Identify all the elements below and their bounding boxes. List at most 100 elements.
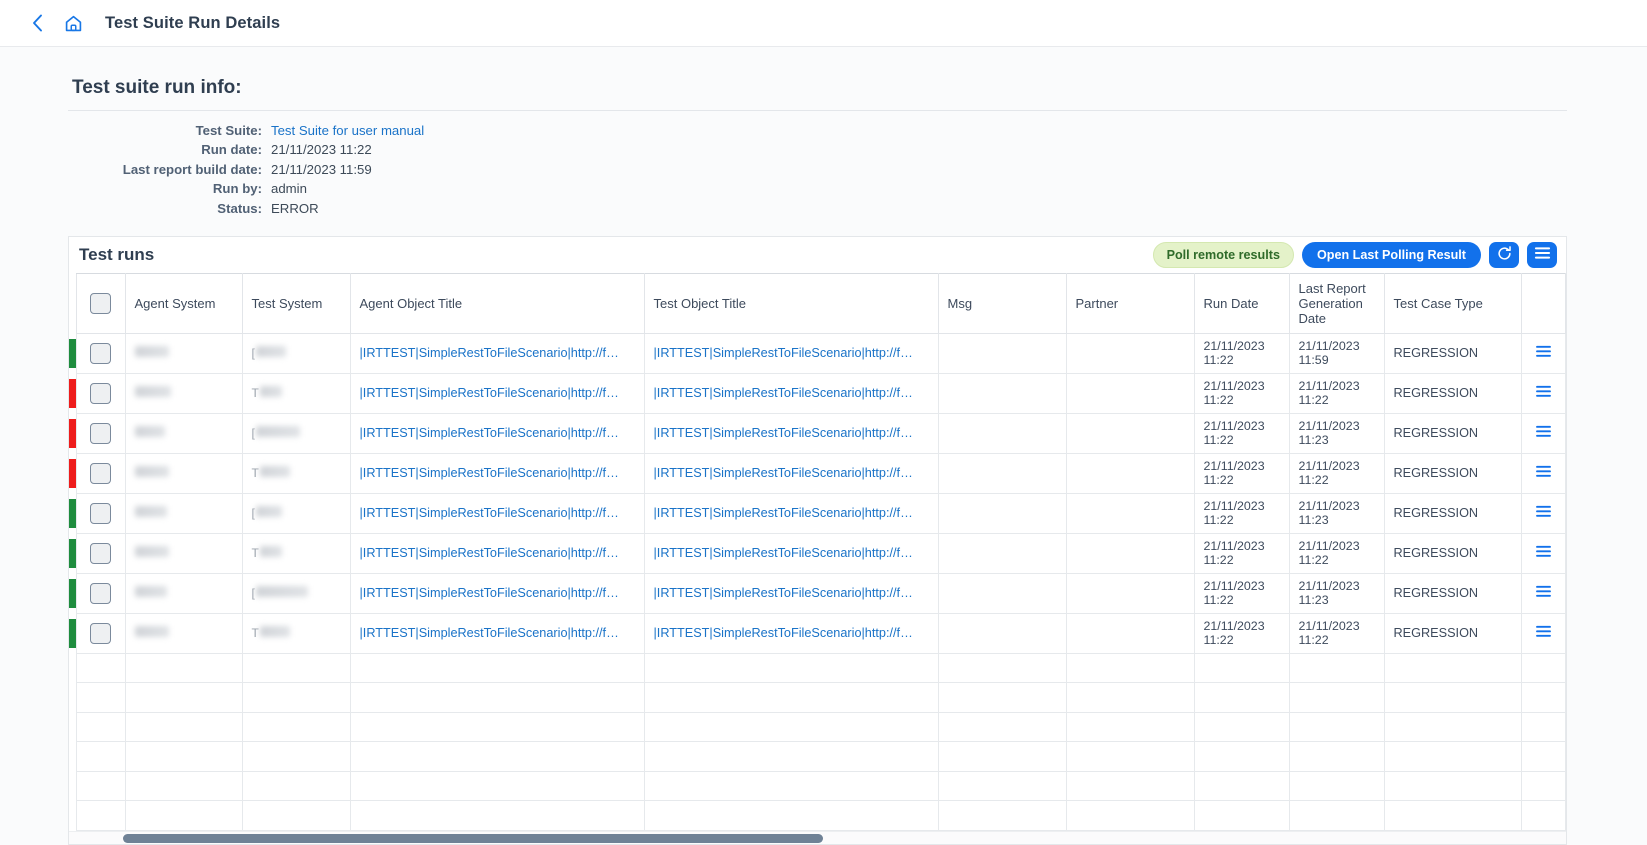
row-status-stripe	[69, 373, 76, 414]
cell-test-case-type: REGRESSION	[1383, 532, 1522, 574]
cell-msg	[937, 532, 1067, 574]
cell-partner	[1065, 492, 1195, 534]
info-label: Run by:	[212, 181, 262, 197]
table-row-empty	[69, 652, 1566, 684]
row-checkbox[interactable]	[90, 502, 111, 524]
redacted-prefix: T	[251, 466, 259, 481]
empty-cell	[241, 711, 351, 743]
agent-object-title-link[interactable]: |IRTTEST|SimpleRestToFileScenario|http:/…	[360, 386, 635, 400]
row-select-cell	[75, 452, 126, 494]
redacted-value	[259, 466, 290, 478]
content-card: Test suite run info: Test Suite: Test Su…	[0, 47, 1647, 845]
header-agent-object-title[interactable]: Agent Object Title	[349, 272, 645, 334]
row-checkbox[interactable]	[90, 582, 111, 604]
open-last-polling-result-button[interactable]: Open Last Polling Result	[1301, 241, 1481, 268]
row-checkbox[interactable]	[90, 342, 111, 364]
table-row[interactable]: T |IRTTEST|SimpleRestToFileScenario|http:…	[69, 612, 1566, 654]
row-menu-button[interactable]	[1531, 585, 1556, 601]
empty-cell	[124, 741, 243, 772]
table-row[interactable]: [|IRTTEST|SimpleRestToFileScenario|http:…	[69, 332, 1566, 374]
row-checkbox[interactable]	[90, 542, 111, 564]
test-suite-link[interactable]: Test Suite for user manual	[271, 123, 424, 138]
empty-cell	[241, 652, 351, 684]
row-menu-button[interactable]	[1531, 385, 1556, 401]
header-partner[interactable]: Partner	[1065, 272, 1195, 334]
table-header-row: Agent System Test System Agent Object Ti…	[69, 272, 1566, 334]
agent-object-title-link[interactable]: |IRTTEST|SimpleRestToFileScenario|http:/…	[360, 506, 635, 520]
header-run-date[interactable]: Run Date	[1193, 272, 1290, 334]
test-object-title-link[interactable]: |IRTTEST|SimpleRestToFileScenario|http:/…	[654, 466, 929, 480]
cell-last-report-generation-date: 21/11/2023 11:22	[1288, 612, 1385, 654]
redacted-value	[255, 506, 282, 518]
agent-object-title-link[interactable]: |IRTTEST|SimpleRestToFileScenario|http:/…	[360, 586, 635, 600]
cell-last-report-generation-date: 21/11/2023 11:59	[1288, 332, 1385, 374]
redacted-value	[259, 626, 290, 638]
test-object-title-link[interactable]: |IRTTEST|SimpleRestToFileScenario|http:/…	[654, 586, 929, 600]
row-menu-button[interactable]	[1531, 345, 1556, 361]
poll-remote-results-button[interactable]: Poll remote results	[1152, 241, 1294, 268]
home-icon[interactable]	[64, 14, 83, 33]
row-menu-button[interactable]	[1531, 465, 1556, 481]
cell-row-actions	[1520, 332, 1566, 374]
back-chevron-icon[interactable]	[24, 10, 50, 36]
table-row[interactable]: [ |IRTTEST|SimpleRestToFileScenario|http:…	[69, 572, 1566, 614]
redacted-value	[255, 426, 300, 438]
agent-object-title-link[interactable]: |IRTTEST|SimpleRestToFileScenario|http:/…	[360, 426, 635, 440]
horizontal-scrollbar[interactable]	[69, 830, 1566, 844]
test-object-title-link[interactable]: |IRTTEST|SimpleRestToFileScenario|http:/…	[654, 506, 929, 520]
test-object-title-link[interactable]: |IRTTEST|SimpleRestToFileScenario|http:/…	[654, 426, 929, 440]
cell-last-report-generation-date: 21/11/2023 11:23	[1288, 572, 1385, 614]
cell-row-actions	[1520, 572, 1566, 614]
table-row[interactable]: [|IRTTEST|SimpleRestToFileScenario|http:…	[69, 412, 1566, 454]
table-row[interactable]: T |IRTTEST|SimpleRestToFileScenario|http:…	[69, 372, 1566, 414]
row-status-stripe	[69, 333, 76, 374]
cell-run-date: 21/11/2023 11:22	[1193, 492, 1290, 534]
cell-last-report-generation-date: 21/11/2023 11:22	[1288, 452, 1385, 494]
header-agent-system[interactable]: Agent System	[124, 272, 243, 334]
row-checkbox[interactable]	[90, 422, 111, 444]
header-test-object-title[interactable]: Test Object Title	[643, 272, 939, 334]
test-object-title-link[interactable]: |IRTTEST|SimpleRestToFileScenario|http:/…	[654, 626, 929, 640]
test-runs-panel: Test runs Poll remote results Open Last …	[68, 235, 1567, 845]
row-checkbox[interactable]	[90, 462, 111, 484]
row-menu-button[interactable]	[1531, 505, 1556, 521]
cell-agent-system	[124, 572, 243, 614]
redacted-prefix: [	[251, 586, 255, 601]
status-stripe-header	[69, 273, 76, 334]
empty-cell	[349, 652, 645, 684]
empty-cell	[241, 741, 351, 772]
row-checkbox[interactable]	[90, 382, 111, 404]
row-status-stripe	[69, 533, 76, 574]
run-info-list: Test Suite: Test Suite for user manual R…	[106, 123, 1567, 220]
row-checkbox[interactable]	[90, 622, 111, 644]
cell-agent-object-title: |IRTTEST|SimpleRestToFileScenario|http:/…	[349, 412, 645, 454]
header-last-report-generation-date[interactable]: Last Report Generation Date	[1288, 272, 1385, 334]
select-all-checkbox[interactable]	[90, 292, 111, 314]
table-menu-button[interactable]	[1527, 241, 1557, 268]
agent-object-title-link[interactable]: |IRTTEST|SimpleRestToFileScenario|http:/…	[360, 346, 635, 360]
row-select-cell	[75, 492, 126, 534]
table-row[interactable]: T |IRTTEST|SimpleRestToFileScenario|http:…	[69, 532, 1566, 574]
header-test-system[interactable]: Test System	[241, 272, 351, 334]
table-row[interactable]: T |IRTTEST|SimpleRestToFileScenario|http:…	[69, 452, 1566, 494]
refresh-button[interactable]	[1489, 241, 1519, 268]
row-status-stripe	[69, 682, 76, 713]
header-test-case-type[interactable]: Test Case Type	[1383, 272, 1522, 334]
test-object-title-link[interactable]: |IRTTEST|SimpleRestToFileScenario|http:/…	[654, 386, 929, 400]
agent-object-title-link[interactable]: |IRTTEST|SimpleRestToFileScenario|http:/…	[360, 466, 635, 480]
row-menu-button[interactable]	[1531, 625, 1556, 641]
agent-object-title-link[interactable]: |IRTTEST|SimpleRestToFileScenario|http:/…	[360, 626, 635, 640]
cell-agent-system	[124, 452, 243, 494]
cell-last-report-generation-date: 21/11/2023 11:22	[1288, 532, 1385, 574]
row-menu-button[interactable]	[1531, 425, 1556, 441]
horizontal-scrollbar-thumb[interactable]	[123, 833, 823, 843]
test-object-title-link[interactable]: |IRTTEST|SimpleRestToFileScenario|http:/…	[654, 346, 929, 360]
cell-run-date: 21/11/2023 11:22	[1193, 372, 1290, 414]
row-menu-button[interactable]	[1531, 545, 1556, 561]
cell-row-actions	[1520, 532, 1566, 574]
header-msg[interactable]: Msg	[937, 272, 1067, 334]
test-object-title-link[interactable]: |IRTTEST|SimpleRestToFileScenario|http:/…	[654, 546, 929, 560]
table-row[interactable]: [|IRTTEST|SimpleRestToFileScenario|http:…	[69, 492, 1566, 534]
agent-object-title-link[interactable]: |IRTTEST|SimpleRestToFileScenario|http:/…	[360, 546, 635, 560]
cell-run-date: 21/11/2023 11:22	[1193, 452, 1290, 494]
